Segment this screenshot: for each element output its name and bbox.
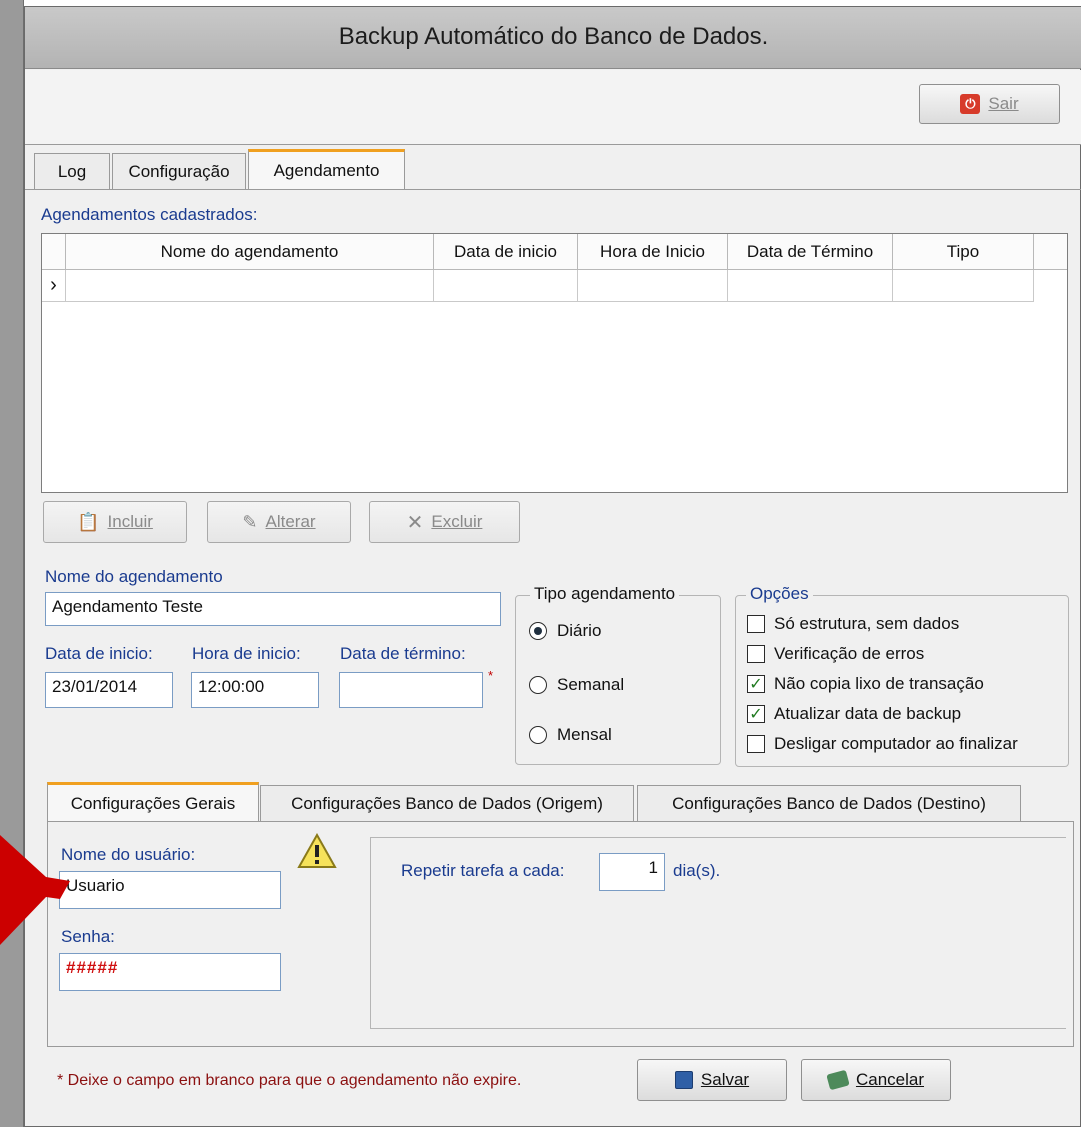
radio-button[interactable] bbox=[529, 726, 547, 744]
tab-agendamento[interactable]: Agendamento bbox=[248, 149, 405, 190]
option-error-check[interactable]: Verificação de erros bbox=[747, 644, 924, 664]
table-cell[interactable] bbox=[66, 270, 434, 302]
subtab-label: Configurações Banco de Dados (Destino) bbox=[672, 794, 986, 813]
tab-log[interactable]: Log bbox=[34, 153, 110, 189]
column-header[interactable]: Data de inicio bbox=[434, 234, 578, 270]
row-indicator: › bbox=[42, 270, 66, 302]
grid-header-filler bbox=[1034, 234, 1067, 270]
close-icon: ✕ bbox=[406, 511, 424, 534]
schedules-grid[interactable]: Nome do agendamento Data de inicio Hora … bbox=[41, 233, 1068, 493]
repeat-label: Repetir tarefa a cada: bbox=[401, 861, 565, 880]
radio-label: Diário bbox=[557, 621, 602, 640]
exit-button[interactable]: ⏻ Sair bbox=[919, 84, 1060, 124]
subtab-destination-db[interactable]: Configurações Banco de Dados (Destino) bbox=[637, 785, 1021, 822]
user-name-label: Nome do usuário: bbox=[61, 845, 196, 864]
column-header[interactable]: Nome do agendamento bbox=[66, 234, 434, 270]
tab-divider bbox=[25, 189, 1081, 190]
cancel-button-label: Cancelar bbox=[855, 1070, 925, 1089]
required-mark: * bbox=[488, 668, 494, 683]
subtab-label: Configurações Banco de Dados (Origem) bbox=[291, 794, 603, 813]
checkbox-label: Desligar computador ao finalizar bbox=[774, 734, 1018, 753]
checkbox-label: Não copia lixo de transação bbox=[774, 674, 984, 693]
end-date-input[interactable] bbox=[339, 672, 483, 708]
checkbox-label: Verificação de erros bbox=[774, 644, 925, 663]
radio-button[interactable] bbox=[529, 676, 547, 694]
column-header[interactable]: Tipo bbox=[893, 234, 1034, 270]
exit-button-label: Sair bbox=[988, 94, 1019, 113]
user-name-input[interactable]: Usuario bbox=[59, 871, 281, 909]
checkbox[interactable] bbox=[747, 615, 765, 633]
radio-selected-dot bbox=[534, 627, 542, 635]
grid-corner bbox=[42, 234, 66, 270]
floppy-disk-icon bbox=[674, 1071, 693, 1089]
start-time-input[interactable]: 12:00:00 bbox=[191, 672, 319, 708]
schedules-label: Agendamentos cadastrados: bbox=[41, 205, 258, 224]
delete-button-label: Excluir bbox=[431, 512, 483, 531]
clipboard-icon: 📋 bbox=[77, 511, 100, 532]
annotation-arrow bbox=[0, 805, 70, 960]
radio-label: Mensal bbox=[557, 725, 612, 744]
warning-icon bbox=[297, 832, 337, 874]
option-update-backup-date[interactable]: ✓ Atualizar data de backup bbox=[747, 704, 961, 724]
window-title: Backup Automático do Banco de Dados. bbox=[338, 23, 769, 50]
schedule-type-title: Tipo agendamento bbox=[530, 584, 680, 604]
save-button[interactable]: Salvar bbox=[637, 1059, 787, 1101]
radio-mensal[interactable]: Mensal bbox=[529, 725, 612, 745]
option-structure-only[interactable]: Só estrutura, sem dados bbox=[747, 614, 959, 634]
start-date-label: Data de inicio: bbox=[45, 644, 153, 663]
checkbox[interactable] bbox=[747, 735, 765, 753]
radio-diario[interactable]: Diário bbox=[529, 621, 601, 641]
options-title: Opções bbox=[746, 584, 813, 604]
column-header[interactable]: Data de Término bbox=[728, 234, 893, 270]
checkbox[interactable] bbox=[747, 645, 765, 663]
expiry-note: * Deixe o campo em branco para que o age… bbox=[57, 1072, 522, 1089]
column-header[interactable]: Hora de Inicio bbox=[578, 234, 728, 270]
cancel-button[interactable]: Cancelar bbox=[801, 1059, 951, 1101]
delete-button[interactable]: ✕ Excluir bbox=[369, 501, 520, 543]
option-no-transaction-garbage[interactable]: ✓ Não copia lixo de transação bbox=[747, 674, 984, 694]
cancel-book-icon bbox=[826, 1069, 850, 1091]
checkmark-icon[interactable]: ✓ bbox=[747, 675, 765, 693]
table-cell[interactable] bbox=[578, 270, 728, 302]
schedule-name-input[interactable]: Agendamento Teste bbox=[45, 592, 501, 626]
add-button[interactable]: 📋 Incluir bbox=[43, 501, 187, 543]
tab-configuracao-label: Configuração bbox=[128, 161, 230, 181]
table-cell[interactable] bbox=[434, 270, 578, 302]
table-cell[interactable] bbox=[728, 270, 893, 302]
toolbar: ⏻ Sair bbox=[25, 70, 1081, 145]
subtab-general[interactable]: Configurações Gerais bbox=[47, 782, 259, 822]
checkbox-label: Atualizar data de backup bbox=[774, 704, 962, 723]
pencil-icon: ✎ bbox=[242, 511, 258, 532]
repeat-unit-label: dia(s). bbox=[673, 861, 721, 880]
radio-button[interactable] bbox=[529, 622, 547, 640]
table-cell[interactable] bbox=[893, 270, 1034, 302]
tab-agendamento-label: Agendamento bbox=[273, 161, 380, 180]
backup-window: Backup Automático do Banco de Dados. ⏻ S… bbox=[24, 6, 1081, 1127]
save-button-label: Salvar bbox=[700, 1070, 750, 1089]
option-shutdown[interactable]: Desligar computador ao finalizar bbox=[747, 734, 1018, 754]
tab-configuracao[interactable]: Configuração bbox=[112, 153, 246, 189]
checkmark-icon[interactable]: ✓ bbox=[747, 705, 765, 723]
radio-label: Semanal bbox=[557, 675, 625, 694]
start-time-label: Hora de inicio: bbox=[192, 644, 301, 663]
radio-semanal[interactable]: Semanal bbox=[529, 675, 624, 695]
end-date-label: Data de término: bbox=[340, 644, 466, 663]
edit-button[interactable]: ✎ Alterar bbox=[207, 501, 351, 543]
subtab-label: Configurações Gerais bbox=[70, 793, 236, 813]
checkbox-label: Só estrutura, sem dados bbox=[774, 614, 960, 633]
repeat-interval-input[interactable]: 1 bbox=[599, 853, 665, 891]
schedule-name-label: Nome do agendamento bbox=[45, 567, 223, 586]
edit-button-label: Alterar bbox=[265, 512, 316, 531]
title-bar[interactable]: Backup Automático do Banco de Dados. bbox=[25, 7, 1081, 69]
tab-log-label: Log bbox=[57, 161, 87, 181]
start-date-input[interactable]: 23/01/2014 bbox=[45, 672, 173, 708]
add-button-label: Incluir bbox=[107, 512, 153, 531]
exit-icon: ⏻ bbox=[960, 94, 981, 114]
password-input[interactable]: ##### bbox=[59, 953, 281, 991]
subtab-source-db[interactable]: Configurações Banco de Dados (Origem) bbox=[260, 785, 634, 822]
